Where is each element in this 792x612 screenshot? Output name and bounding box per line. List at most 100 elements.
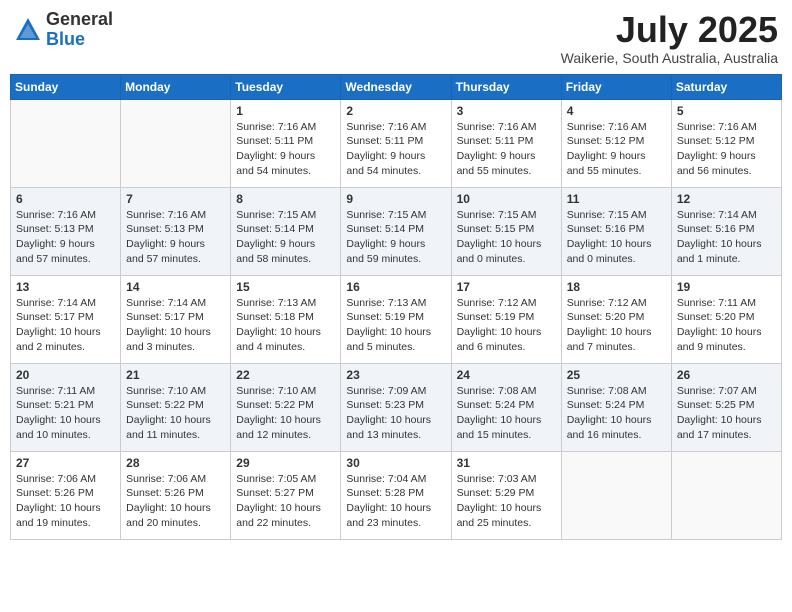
logo-general: General	[46, 9, 113, 29]
day-info: Sunrise: 7:05 AM Sunset: 5:27 PM Dayligh…	[236, 472, 335, 531]
logo: General Blue	[14, 10, 113, 50]
day-number: 9	[346, 192, 445, 206]
calendar-cell: 26 Sunrise: 7:07 AM Sunset: 5:25 PM Dayli…	[671, 363, 781, 451]
day-number: 4	[567, 104, 666, 118]
day-info: Sunrise: 7:09 AM Sunset: 5:23 PM Dayligh…	[346, 384, 445, 443]
day-number: 19	[677, 280, 776, 294]
calendar-week-row: 13 Sunrise: 7:14 AM Sunset: 5:17 PM Dayli…	[11, 275, 782, 363]
calendar-cell: 3Sunrise: 7:16 AM Sunset: 5:11 PM Daylig…	[451, 99, 561, 187]
day-number: 13	[16, 280, 115, 294]
calendar-cell: 16 Sunrise: 7:13 AM Sunset: 5:19 PM Dayli…	[341, 275, 451, 363]
day-info: Sunrise: 7:14 AM Sunset: 5:16 PM Dayligh…	[677, 208, 776, 267]
logo-blue: Blue	[46, 29, 85, 49]
day-info: Sunrise: 7:08 AM Sunset: 5:24 PM Dayligh…	[457, 384, 556, 443]
calendar-cell: 18 Sunrise: 7:12 AM Sunset: 5:20 PM Dayli…	[561, 275, 671, 363]
calendar-cell: 28Sunrise: 7:06 AM Sunset: 5:26 PM Dayli…	[121, 451, 231, 539]
calendar-cell: 13 Sunrise: 7:14 AM Sunset: 5:17 PM Dayli…	[11, 275, 121, 363]
day-number: 24	[457, 368, 556, 382]
weekday-header-wednesday: Wednesday	[341, 74, 451, 99]
day-number: 6	[16, 192, 115, 206]
day-number: 16	[346, 280, 445, 294]
calendar-cell: 19 Sunrise: 7:11 AM Sunset: 5:20 PM Dayli…	[671, 275, 781, 363]
location: Waikerie, South Australia, Australia	[561, 50, 778, 66]
day-number: 18	[567, 280, 666, 294]
calendar-cell: 30Sunrise: 7:04 AM Sunset: 5:28 PM Dayli…	[341, 451, 451, 539]
day-number: 10	[457, 192, 556, 206]
day-info: Sunrise: 7:14 AM Sunset: 5:17 PM Dayligh…	[16, 296, 115, 355]
weekday-header-tuesday: Tuesday	[231, 74, 341, 99]
day-info: Sunrise: 7:06 AM Sunset: 5:26 PM Dayligh…	[126, 472, 225, 531]
calendar-cell: 8 Sunrise: 7:15 AM Sunset: 5:14 PM Daylig…	[231, 187, 341, 275]
day-info: Sunrise: 7:10 AM Sunset: 5:22 PM Dayligh…	[236, 384, 335, 443]
day-number: 31	[457, 456, 556, 470]
weekday-header-monday: Monday	[121, 74, 231, 99]
weekday-header-thursday: Thursday	[451, 74, 561, 99]
day-info: Sunrise: 7:10 AM Sunset: 5:22 PM Dayligh…	[126, 384, 225, 443]
calendar-cell: 23 Sunrise: 7:09 AM Sunset: 5:23 PM Dayli…	[341, 363, 451, 451]
month-year: July 2025	[561, 10, 778, 50]
day-info: Sunrise: 7:15 AM Sunset: 5:16 PM Dayligh…	[567, 208, 666, 267]
calendar-cell: 22 Sunrise: 7:10 AM Sunset: 5:22 PM Dayli…	[231, 363, 341, 451]
day-number: 14	[126, 280, 225, 294]
day-info: Sunrise: 7:16 AM Sunset: 5:12 PM Dayligh…	[567, 120, 666, 179]
calendar-cell: 21Sunrise: 7:10 AM Sunset: 5:22 PM Dayli…	[121, 363, 231, 451]
calendar-cell: 6 Sunrise: 7:16 AM Sunset: 5:13 PM Daylig…	[11, 187, 121, 275]
day-info: Sunrise: 7:16 AM Sunset: 5:13 PM Dayligh…	[126, 208, 225, 267]
day-number: 5	[677, 104, 776, 118]
calendar-week-row: 27Sunrise: 7:06 AM Sunset: 5:26 PM Dayli…	[11, 451, 782, 539]
calendar-cell: 20Sunrise: 7:11 AM Sunset: 5:21 PM Dayli…	[11, 363, 121, 451]
day-number: 23	[346, 368, 445, 382]
calendar-cell: 4 Sunrise: 7:16 AM Sunset: 5:12 PM Daylig…	[561, 99, 671, 187]
day-info: Sunrise: 7:15 AM Sunset: 5:15 PM Dayligh…	[457, 208, 556, 267]
calendar-cell	[121, 99, 231, 187]
weekday-header-row: SundayMondayTuesdayWednesdayThursdayFrid…	[11, 74, 782, 99]
day-info: Sunrise: 7:08 AM Sunset: 5:24 PM Dayligh…	[567, 384, 666, 443]
calendar-cell: 2 Sunrise: 7:16 AM Sunset: 5:11 PM Daylig…	[341, 99, 451, 187]
day-info: Sunrise: 7:11 AM Sunset: 5:21 PM Dayligh…	[16, 384, 115, 443]
calendar-cell: 27Sunrise: 7:06 AM Sunset: 5:26 PM Dayli…	[11, 451, 121, 539]
day-number: 26	[677, 368, 776, 382]
calendar-cell: 25 Sunrise: 7:08 AM Sunset: 5:24 PM Dayli…	[561, 363, 671, 451]
day-info: Sunrise: 7:11 AM Sunset: 5:20 PM Dayligh…	[677, 296, 776, 355]
calendar-cell: 14 Sunrise: 7:14 AM Sunset: 5:17 PM Dayli…	[121, 275, 231, 363]
day-info: Sunrise: 7:14 AM Sunset: 5:17 PM Dayligh…	[126, 296, 225, 355]
day-number: 15	[236, 280, 335, 294]
day-info: Sunrise: 7:07 AM Sunset: 5:25 PM Dayligh…	[677, 384, 776, 443]
calendar-cell: 12 Sunrise: 7:14 AM Sunset: 5:16 PM Dayli…	[671, 187, 781, 275]
day-info: Sunrise: 7:13 AM Sunset: 5:19 PM Dayligh…	[346, 296, 445, 355]
day-number: 17	[457, 280, 556, 294]
calendar-week-row: 20Sunrise: 7:11 AM Sunset: 5:21 PM Dayli…	[11, 363, 782, 451]
day-number: 22	[236, 368, 335, 382]
weekday-header-sunday: Sunday	[11, 74, 121, 99]
day-number: 11	[567, 192, 666, 206]
day-info: Sunrise: 7:04 AM Sunset: 5:28 PM Dayligh…	[346, 472, 445, 531]
day-info: Sunrise: 7:12 AM Sunset: 5:19 PM Dayligh…	[457, 296, 556, 355]
calendar-cell: 17 Sunrise: 7:12 AM Sunset: 5:19 PM Dayli…	[451, 275, 561, 363]
logo-text: General Blue	[46, 10, 113, 50]
day-info: Sunrise: 7:13 AM Sunset: 5:18 PM Dayligh…	[236, 296, 335, 355]
calendar-cell: 15 Sunrise: 7:13 AM Sunset: 5:18 PM Dayli…	[231, 275, 341, 363]
day-info: Sunrise: 7:06 AM Sunset: 5:26 PM Dayligh…	[16, 472, 115, 531]
day-info: Sunrise: 7:16 AM Sunset: 5:11 PM Dayligh…	[236, 120, 335, 179]
page-header: General Blue July 2025 Waikerie, South A…	[10, 10, 782, 66]
logo-icon	[14, 16, 42, 44]
calendar-cell: 11 Sunrise: 7:15 AM Sunset: 5:16 PM Dayli…	[561, 187, 671, 275]
title-block: July 2025 Waikerie, South Australia, Aus…	[561, 10, 778, 66]
day-number: 2	[346, 104, 445, 118]
calendar-cell: 10 Sunrise: 7:15 AM Sunset: 5:15 PM Dayli…	[451, 187, 561, 275]
calendar-week-row: 1Sunrise: 7:16 AM Sunset: 5:11 PM Daylig…	[11, 99, 782, 187]
day-number: 8	[236, 192, 335, 206]
calendar-week-row: 6 Sunrise: 7:16 AM Sunset: 5:13 PM Daylig…	[11, 187, 782, 275]
day-info: Sunrise: 7:16 AM Sunset: 5:13 PM Dayligh…	[16, 208, 115, 267]
day-number: 12	[677, 192, 776, 206]
day-info: Sunrise: 7:15 AM Sunset: 5:14 PM Dayligh…	[346, 208, 445, 267]
day-info: Sunrise: 7:16 AM Sunset: 5:11 PM Dayligh…	[457, 120, 556, 179]
day-info: Sunrise: 7:16 AM Sunset: 5:12 PM Dayligh…	[677, 120, 776, 179]
weekday-header-friday: Friday	[561, 74, 671, 99]
calendar-cell: 24 Sunrise: 7:08 AM Sunset: 5:24 PM Dayli…	[451, 363, 561, 451]
day-info: Sunrise: 7:15 AM Sunset: 5:14 PM Dayligh…	[236, 208, 335, 267]
day-number: 25	[567, 368, 666, 382]
day-info: Sunrise: 7:12 AM Sunset: 5:20 PM Dayligh…	[567, 296, 666, 355]
day-info: Sunrise: 7:16 AM Sunset: 5:11 PM Dayligh…	[346, 120, 445, 179]
calendar-cell: 9 Sunrise: 7:15 AM Sunset: 5:14 PM Daylig…	[341, 187, 451, 275]
